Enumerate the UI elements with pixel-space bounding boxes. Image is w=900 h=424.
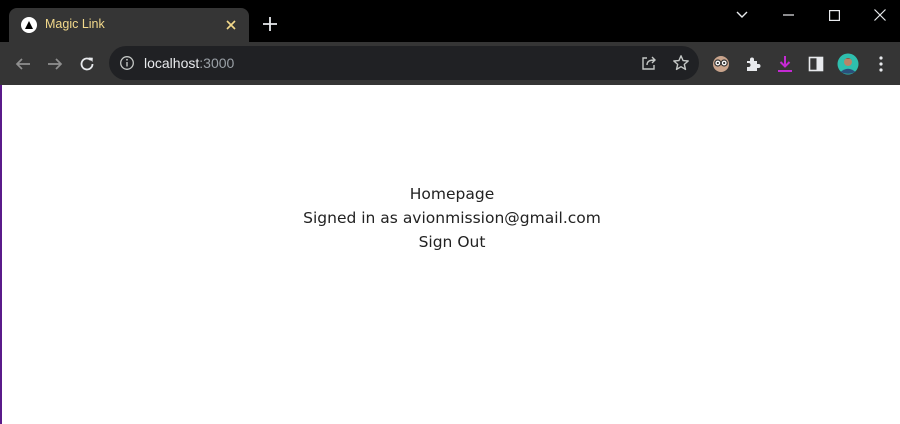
- triangle-favicon-icon: [21, 17, 37, 33]
- page-content: Homepage Signed in as avionmission@gmail…: [2, 182, 900, 254]
- bookmark-star-icon[interactable]: [671, 53, 691, 73]
- address-bar[interactable]: localhost:3000: [109, 46, 699, 80]
- close-window-icon[interactable]: [857, 0, 900, 30]
- signed-in-status: Signed in as avionmission@gmail.com: [2, 206, 900, 230]
- minimize-icon[interactable]: [765, 0, 811, 30]
- share-icon[interactable]: [639, 53, 659, 73]
- browser-menu-icon[interactable]: [869, 52, 893, 76]
- back-arrow-icon[interactable]: [10, 51, 36, 77]
- tab-search-chevron-icon[interactable]: [719, 0, 765, 30]
- url-host: localhost: [144, 55, 200, 71]
- close-tab-icon[interactable]: [222, 16, 240, 34]
- browser-toolbar: localhost:3000: [0, 42, 900, 85]
- signed-in-prefix: Signed in as: [303, 209, 403, 227]
- side-panel-icon[interactable]: [804, 52, 828, 76]
- tab-title: Magic Link: [45, 17, 105, 31]
- title-bar: Magic Link: [0, 0, 900, 42]
- glasses-extension-icon[interactable]: [709, 52, 733, 76]
- site-info-icon[interactable]: [119, 55, 135, 71]
- url-text: localhost:3000: [144, 55, 234, 71]
- page-title: Homepage: [409, 185, 495, 203]
- forward-arrow-icon[interactable]: [42, 51, 68, 77]
- sign-out-button[interactable]: Sign Out: [419, 230, 486, 254]
- download-icon[interactable]: [773, 52, 797, 76]
- profile-avatar-icon[interactable]: [836, 52, 860, 76]
- new-tab-plus-icon[interactable]: [259, 13, 281, 35]
- page-viewport: Homepage Signed in as avionmission@gmail…: [0, 85, 900, 424]
- maximize-icon[interactable]: [811, 0, 857, 30]
- active-tab[interactable]: Magic Link: [9, 8, 249, 42]
- url-port: :3000: [199, 55, 235, 71]
- extensions-puzzle-icon[interactable]: [741, 52, 765, 76]
- user-email: avionmission@gmail.com: [402, 209, 601, 227]
- reload-icon[interactable]: [74, 51, 100, 77]
